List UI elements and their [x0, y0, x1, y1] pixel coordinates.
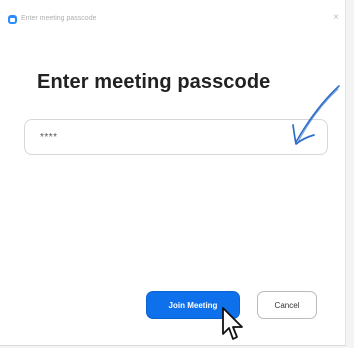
hand-drawn-arrow-icon	[292, 85, 340, 145]
close-icon[interactable]: ×	[333, 12, 339, 24]
zoom-app-icon	[8, 15, 17, 24]
mouse-cursor-icon	[222, 307, 243, 340]
title-bar: Enter meeting passcode ×	[0, 0, 345, 36]
dialog-heading: Enter meeting passcode	[37, 71, 271, 93]
window-title: Enter meeting passcode	[21, 15, 97, 22]
passcode-dialog-window: Enter meeting passcode × Enter meeting p…	[0, 0, 346, 346]
cancel-button[interactable]: Cancel	[257, 291, 317, 319]
